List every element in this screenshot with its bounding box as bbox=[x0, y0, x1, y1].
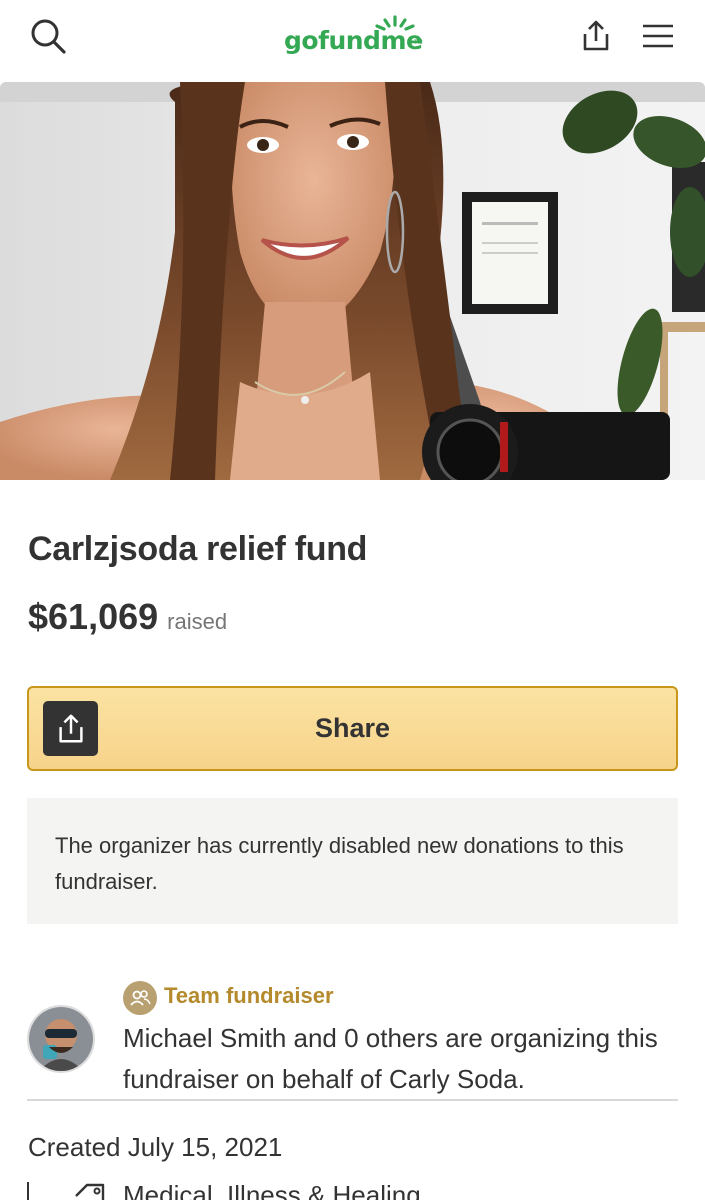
organizer-description: Michael Smith and 0 others are organizin… bbox=[123, 1023, 658, 1094]
tag-icon bbox=[75, 1183, 105, 1200]
search-icon bbox=[31, 19, 66, 54]
menu-button[interactable] bbox=[636, 14, 680, 58]
avatar-photo-icon bbox=[29, 1007, 93, 1071]
amount-raised-row: $61,069 raised bbox=[28, 596, 227, 638]
organizer-avatar[interactable] bbox=[27, 1005, 95, 1073]
category-link[interactable]: Medical, Illness & Healing bbox=[123, 1180, 421, 1200]
team-icon bbox=[123, 981, 157, 1015]
donations-disabled-notice: The organizer has currently disabled new… bbox=[27, 798, 678, 924]
share-button-label: Share bbox=[314, 713, 391, 743]
logo-trademark: TM bbox=[414, 40, 423, 46]
created-date: Created July 15, 2021 bbox=[28, 1132, 283, 1162]
fundraiser-hero-image bbox=[0, 82, 705, 480]
raised-label: raised bbox=[167, 609, 228, 634]
share-icon bbox=[583, 20, 609, 51]
share-icon bbox=[58, 714, 83, 743]
photo-icon bbox=[0, 82, 705, 480]
hamburger-menu-icon bbox=[643, 24, 673, 48]
share-button-icon-box bbox=[43, 701, 98, 756]
search-button[interactable] bbox=[26, 14, 70, 58]
share-button[interactable]: Share bbox=[27, 686, 678, 771]
logo-wordmark: gofundme bbox=[284, 26, 423, 55]
gofundme-logo[interactable]: gofundme TM bbox=[284, 14, 424, 60]
fundraiser-title: Carlzjsoda relief fund bbox=[28, 530, 368, 568]
notice-text: The organizer has currently disabled new… bbox=[55, 833, 624, 894]
header-share-button[interactable] bbox=[574, 14, 618, 58]
team-fundraiser-label: Team fundraiser bbox=[164, 983, 334, 1008]
category-divider bbox=[27, 1182, 29, 1200]
amount-raised: $61,069 bbox=[28, 596, 159, 637]
section-divider bbox=[27, 1099, 678, 1101]
top-nav-bar: gofundme TM bbox=[0, 0, 705, 82]
